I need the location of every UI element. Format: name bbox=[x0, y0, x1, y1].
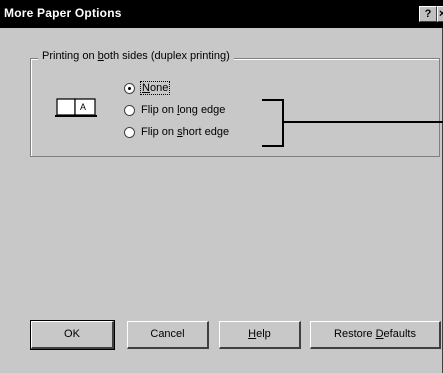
radio-flip-short-edge-label[interactable]: Flip on short edge bbox=[141, 126, 229, 138]
help-button[interactable]: Help bbox=[219, 321, 301, 349]
group-label-pre: Printing on bbox=[42, 50, 98, 62]
callout-line bbox=[284, 121, 443, 123]
title-bar[interactable]: More Paper Options ? × bbox=[0, 0, 443, 28]
close-title-button[interactable]: × bbox=[437, 6, 443, 22]
radio-flip-short-edge-button[interactable] bbox=[124, 126, 135, 138]
radio-flip-long-edge-label[interactable]: Flip on long edge bbox=[141, 104, 225, 116]
help-title-button[interactable]: ? bbox=[419, 6, 437, 22]
radio-flip-short-edge[interactable]: Flip on short edge bbox=[124, 124, 229, 140]
radio-none-label[interactable]: None bbox=[139, 81, 171, 95]
window-title: More Paper Options bbox=[4, 6, 122, 20]
cancel-button[interactable]: Cancel bbox=[127, 321, 209, 349]
radio-none-button[interactable] bbox=[124, 82, 135, 94]
radio-flip-long-edge[interactable]: Flip on long edge bbox=[124, 102, 225, 118]
callout-bracket bbox=[262, 99, 284, 147]
group-label-post: oth sides (duplex printing) bbox=[103, 50, 230, 62]
radio-none[interactable]: None bbox=[124, 80, 171, 96]
open-book-icon: A bbox=[55, 95, 99, 119]
ok-button[interactable]: OK bbox=[30, 320, 115, 350]
duplex-group-label: Printing on both sides (duplex printing) bbox=[38, 50, 234, 62]
radio-flip-long-edge-button[interactable] bbox=[124, 104, 135, 116]
restore-defaults-button[interactable]: Restore Defaults bbox=[310, 321, 441, 349]
book-icon-letter: A bbox=[80, 102, 86, 112]
more-paper-options-dialog: More Paper Options ? × Printing on both … bbox=[0, 0, 443, 373]
